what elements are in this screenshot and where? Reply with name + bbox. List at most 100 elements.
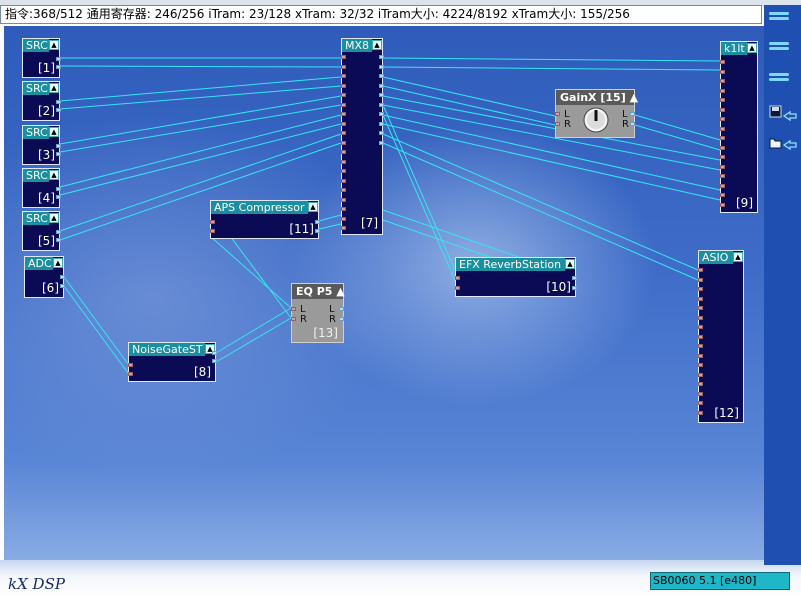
collapse-arrow-icon[interactable]: ▲ bbox=[49, 83, 59, 93]
aps-compressor-module[interactable]: APS Compressor ▲ [11] bbox=[210, 200, 320, 239]
output-pin[interactable] bbox=[379, 55, 384, 59]
input-pin[interactable] bbox=[698, 277, 703, 282]
input-pin[interactable] bbox=[720, 107, 725, 112]
src-module-1[interactable]: SRC ▲ [1] bbox=[22, 38, 61, 78]
src-module-3[interactable]: SRC ▲ [3] bbox=[22, 125, 61, 165]
input-pin[interactable] bbox=[341, 83, 346, 88]
input-pin[interactable] bbox=[341, 169, 346, 173]
collapse-arrow-icon[interactable]: ▲ bbox=[565, 259, 575, 269]
input-pin[interactable] bbox=[341, 197, 346, 202]
input-pin[interactable] bbox=[341, 140, 346, 145]
input-pin[interactable] bbox=[341, 131, 346, 135]
collapse-arrow-icon[interactable]: ▲ bbox=[53, 258, 63, 268]
input-pin[interactable] bbox=[341, 216, 346, 221]
src-module-5[interactable]: SRC ▲ [5] bbox=[22, 211, 61, 251]
output-pin[interactable] bbox=[60, 284, 65, 288]
input-pin[interactable] bbox=[128, 372, 133, 376]
input-pin[interactable] bbox=[720, 202, 725, 207]
input-pin[interactable] bbox=[291, 307, 296, 311]
eq-p5-module[interactable]: EQ P5 ▲ L R L R [13] bbox=[291, 283, 345, 343]
asio-module[interactable]: ASIO ▲ [12] bbox=[698, 250, 744, 423]
input-pin[interactable] bbox=[698, 306, 703, 310]
input-pin[interactable] bbox=[698, 325, 703, 329]
output-pin[interactable] bbox=[212, 359, 217, 363]
output-pin[interactable] bbox=[315, 220, 320, 224]
input-pin[interactable] bbox=[698, 268, 703, 272]
output-pin[interactable] bbox=[56, 187, 61, 191]
output-pin[interactable] bbox=[315, 229, 320, 233]
output-pin[interactable] bbox=[56, 152, 61, 156]
output-pin[interactable] bbox=[56, 195, 61, 199]
input-pin[interactable] bbox=[341, 55, 346, 59]
input-pin[interactable] bbox=[455, 276, 460, 280]
output-pin[interactable] bbox=[379, 64, 384, 69]
output-pin[interactable] bbox=[56, 108, 61, 112]
collapse-arrow-icon[interactable]: ▲ bbox=[49, 213, 59, 223]
input-pin[interactable] bbox=[698, 353, 703, 358]
output-pin[interactable] bbox=[339, 307, 344, 311]
output-pin[interactable] bbox=[379, 83, 384, 88]
input-pin[interactable] bbox=[210, 229, 215, 233]
input-pin[interactable] bbox=[698, 315, 703, 320]
input-pin[interactable] bbox=[720, 60, 725, 64]
output-pin[interactable] bbox=[379, 140, 384, 145]
collapse-arrow-icon[interactable]: ▲ bbox=[49, 127, 59, 137]
input-pin[interactable] bbox=[698, 401, 703, 405]
input-pin[interactable] bbox=[720, 183, 725, 188]
collapse-arrow-icon[interactable]: ▲ bbox=[747, 43, 757, 53]
input-pin[interactable] bbox=[720, 164, 725, 169]
input-pin[interactable] bbox=[698, 334, 703, 339]
input-pin[interactable] bbox=[341, 226, 346, 230]
output-pin[interactable] bbox=[379, 93, 384, 97]
save-icon[interactable] bbox=[769, 104, 799, 122]
output-pin[interactable] bbox=[379, 121, 384, 126]
input-pin[interactable] bbox=[291, 317, 296, 321]
output-pin[interactable] bbox=[56, 144, 61, 148]
input-pin[interactable] bbox=[555, 112, 560, 116]
input-pin[interactable] bbox=[720, 117, 725, 121]
input-pin[interactable] bbox=[698, 372, 703, 377]
collapse-arrow-icon[interactable]: ▲ bbox=[49, 40, 59, 50]
input-pin[interactable] bbox=[341, 207, 346, 211]
gainx-module[interactable]: GainX [15] ▲ L R L R bbox=[555, 89, 638, 138]
input-pin[interactable] bbox=[720, 145, 725, 150]
k1lt-module[interactable]: k1lt ▲ [9] bbox=[720, 41, 758, 213]
output-pin[interactable] bbox=[56, 238, 61, 242]
output-pin[interactable] bbox=[379, 131, 384, 135]
output-pin[interactable] bbox=[339, 317, 344, 321]
collapse-arrow-icon[interactable]: ▲ bbox=[733, 252, 743, 262]
input-pin[interactable] bbox=[341, 188, 346, 192]
input-pin[interactable] bbox=[341, 64, 346, 69]
input-pin[interactable] bbox=[698, 382, 703, 386]
input-pin[interactable] bbox=[720, 136, 725, 140]
input-pin[interactable] bbox=[341, 150, 346, 154]
input-pin[interactable] bbox=[720, 98, 725, 102]
collapse-arrow-icon[interactable]: ▲ bbox=[49, 170, 59, 180]
mx8-module[interactable]: MX8 ▲ [7] bbox=[341, 38, 384, 235]
input-pin[interactable] bbox=[720, 193, 725, 197]
input-pin[interactable] bbox=[128, 363, 133, 367]
output-pin[interactable] bbox=[379, 102, 384, 107]
input-pin[interactable] bbox=[555, 122, 560, 126]
input-pin[interactable] bbox=[341, 74, 346, 78]
src-module-4[interactable]: SRC ▲ [4] bbox=[22, 168, 61, 208]
input-pin[interactable] bbox=[341, 159, 346, 164]
output-pin[interactable] bbox=[630, 112, 635, 116]
output-pin[interactable] bbox=[56, 230, 61, 234]
efx-reverbstation-module[interactable]: EFX ReverbStation ▲ [10] bbox=[455, 257, 577, 297]
input-pin[interactable] bbox=[720, 155, 725, 159]
input-pin[interactable] bbox=[720, 88, 725, 93]
input-pin[interactable] bbox=[455, 286, 460, 290]
input-pin[interactable] bbox=[341, 121, 346, 126]
collapse-arrow-icon[interactable]: ▲ bbox=[372, 40, 382, 50]
menu-lines-icon[interactable] bbox=[769, 73, 789, 81]
output-pin[interactable] bbox=[56, 65, 61, 69]
output-pin[interactable] bbox=[60, 275, 65, 279]
input-pin[interactable] bbox=[698, 410, 703, 415]
open-folder-icon[interactable] bbox=[769, 135, 799, 153]
output-pin[interactable] bbox=[572, 286, 577, 290]
input-pin[interactable] bbox=[698, 296, 703, 301]
input-pin[interactable] bbox=[720, 126, 725, 131]
output-pin[interactable] bbox=[379, 112, 384, 116]
menu-lines-icon[interactable] bbox=[769, 42, 789, 50]
